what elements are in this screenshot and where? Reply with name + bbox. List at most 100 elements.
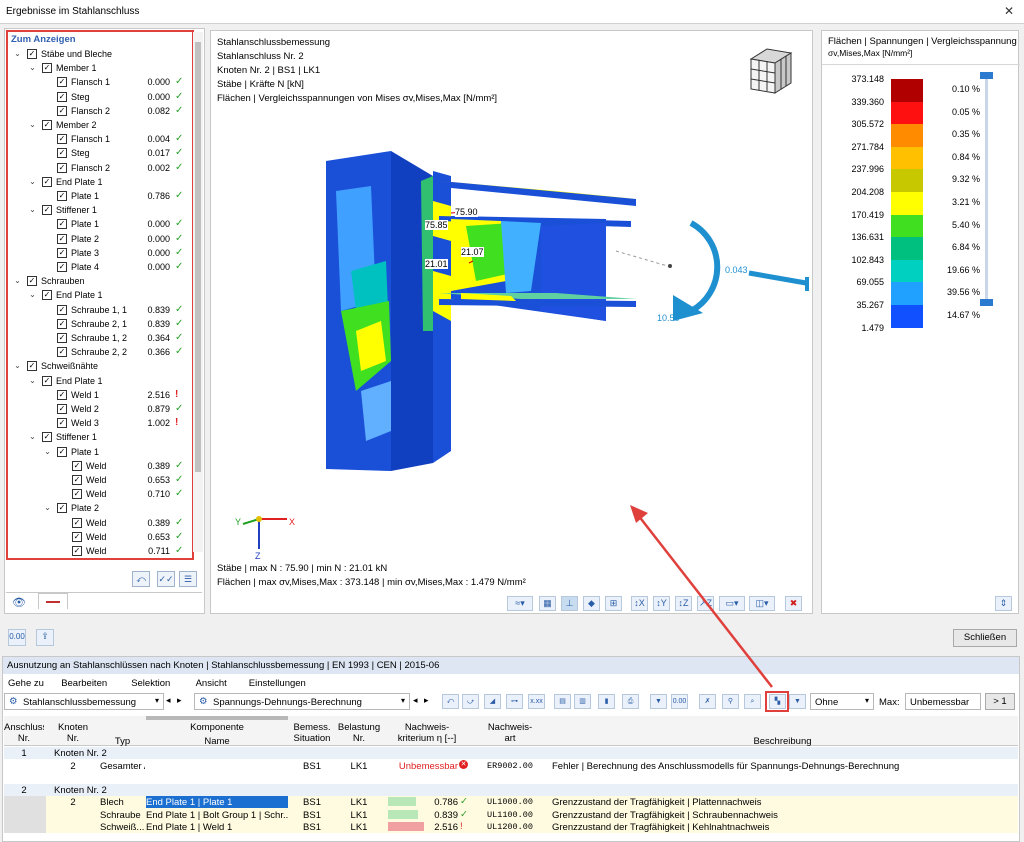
tree-item[interactable]: ✓ Schraube 2, 2 0.366 ✓ [8, 345, 192, 359]
tree-item[interactable]: ✓ Weld 0.653 ✓ [8, 530, 192, 544]
checkbox[interactable]: ✓ [42, 290, 52, 301]
panel-icon[interactable]: ▮ [598, 694, 615, 709]
menu-item[interactable]: Ansicht [196, 678, 227, 689]
tree-item[interactable]: ✓ Weld 3 1.002! [8, 416, 192, 430]
tree-item[interactable]: ✓ Flansch 1 0.004 ✓ [8, 132, 192, 146]
checkbox[interactable]: ✓ [42, 432, 52, 443]
table2-icon[interactable]: ▥ [574, 694, 591, 709]
tree-item[interactable]: ✓ Flansch 2 0.002 ✓ [8, 161, 192, 175]
column-header-c2[interactable]: Knoten Nr. [50, 722, 96, 744]
member-icon[interactable]: ◢ [484, 694, 501, 709]
checkbox[interactable]: ✓ [57, 91, 67, 102]
checkbox[interactable]: ✓ [72, 460, 82, 471]
menu-item[interactable]: Gehe zu [8, 678, 44, 689]
close-button[interactable]: Schließen [953, 629, 1017, 647]
checkbox[interactable]: ✓ [27, 49, 37, 59]
checkbox[interactable]: ✓ [27, 276, 37, 287]
filter-select[interactable]: Ohne ▾ [810, 693, 874, 710]
value-icon[interactable]: 0.00 [671, 694, 688, 709]
analysis-type-select[interactable]: ⚙ Spannungs-Dehnungs-Berechnung ▾ [194, 693, 410, 710]
expand-icon[interactable]: ⌄ [28, 64, 37, 73]
node-icon[interactable]: ⊶ [506, 694, 523, 709]
column-header-c4[interactable]: Name [146, 736, 288, 747]
expand-icon[interactable]: ⌄ [13, 50, 22, 59]
expand-icon[interactable]: ⌄ [13, 277, 22, 286]
checkbox[interactable]: ✓ [72, 475, 82, 485]
legend-slider-bottom[interactable] [980, 299, 993, 306]
checkbox[interactable]: ✓ [57, 162, 67, 173]
tree-item[interactable]: ⌄ ✓ End Plate 1 [8, 175, 192, 189]
menu-item[interactable]: Selektion [131, 678, 170, 689]
tree-tool-button-1[interactable]: ⤺ [132, 571, 150, 587]
checkbox[interactable]: ✓ [57, 134, 67, 145]
checkbox[interactable]: ✓ [42, 120, 52, 130]
deformation-icon[interactable]: ◆ [583, 596, 600, 611]
checkbox[interactable]: ✓ [57, 148, 67, 159]
tree-item[interactable]: ✓ Schraube 2, 1 0.839 ✓ [8, 317, 192, 331]
menu-item[interactable]: Einstellungen [249, 678, 306, 689]
checkbox[interactable]: ✓ [57, 304, 67, 315]
tree-item[interactable]: ⌄ ✓ Member 2 [8, 118, 192, 132]
checkbox[interactable]: ✓ [57, 404, 67, 414]
legend-slider-track[interactable] [985, 75, 988, 303]
checkbox[interactable]: ✓ [57, 247, 67, 258]
legend-settings-icon[interactable]: ⇕ [995, 596, 1012, 611]
table-icon[interactable]: ▤ [554, 694, 571, 709]
expand-icon[interactable]: ⌄ [43, 504, 52, 513]
checkbox[interactable]: ✓ [72, 546, 82, 556]
checkbox[interactable]: ✓ [57, 333, 67, 343]
checkbox[interactable]: ✓ [57, 262, 67, 272]
close-icon[interactable]: ✕ [1004, 4, 1014, 18]
tree-item[interactable]: ⌄ ✓ End Plate 1 [8, 374, 192, 388]
checkbox[interactable]: ✓ [57, 77, 67, 88]
tree-item[interactable]: ✓ Schraube 1, 1 0.839 ✓ [8, 303, 192, 317]
checkbox[interactable]: ✓ [72, 517, 82, 528]
checkbox[interactable]: ✓ [72, 489, 82, 500]
column-header-c6[interactable]: Belastung Nr. [336, 722, 382, 744]
checkbox[interactable]: ✓ [57, 446, 67, 457]
expand-icon[interactable]: ⌄ [28, 121, 37, 130]
tab-members[interactable] [38, 593, 68, 609]
column-header-c1[interactable]: Anschluss Nr. [4, 722, 44, 744]
expand-icon[interactable]: ⌄ [28, 177, 37, 187]
checkbox[interactable]: ✓ [57, 318, 67, 329]
expand-icon[interactable]: ⌄ [43, 447, 52, 457]
tree-item[interactable]: ⌄ ✓ Stiffener 1 [8, 203, 192, 217]
tree-item[interactable]: ✓ Steg 0.017 ✓ [8, 146, 192, 160]
checkbox[interactable]: ✓ [57, 191, 67, 201]
expand-icon[interactable]: ⌄ [28, 433, 37, 442]
export-icon[interactable]: ⇪ [36, 629, 54, 646]
tree-item[interactable]: ⌄ ✓ End Plate 1 [8, 288, 192, 302]
tree-item[interactable]: ⌄ ✓ Member 1 [8, 61, 192, 75]
max-value-field[interactable]: Unbemessbar [905, 693, 981, 710]
checkbox[interactable]: ✓ [27, 361, 37, 372]
grid-icon[interactable]: ▦ [539, 596, 556, 611]
tree-item[interactable]: ✓ Plate 1 0.786 ✓ [8, 189, 192, 203]
select-all-icon[interactable]: ⤻ [462, 694, 479, 709]
tree-item[interactable]: ✓ Plate 3 0.000 ✓ [8, 246, 192, 260]
tree-item[interactable]: ✓ Weld 0.711 ✓ [8, 544, 192, 558]
checkbox[interactable]: ✓ [57, 233, 67, 244]
nav-prev-icon[interactable]: ◂ [166, 695, 171, 706]
checkbox[interactable]: ✓ [57, 347, 67, 358]
expand-icon[interactable]: ⌄ [28, 376, 37, 386]
result-view-icon[interactable]: ⊥ [561, 596, 578, 611]
column-header-c9[interactable]: Beschreibung [550, 736, 1015, 747]
tree-item[interactable]: ✓ Plate 1 0.000 ✓ [8, 217, 192, 231]
eye-icon[interactable]: 👁 [12, 596, 26, 609]
tree-item[interactable]: ✓ Plate 4 0.000 ✓ [8, 260, 192, 274]
checkbox[interactable]: ✓ [42, 205, 52, 216]
uncheck-button[interactable]: ☰ [179, 571, 197, 587]
tree-item[interactable]: ⌄ ✓ Schweißnähte [8, 359, 192, 373]
checkbox[interactable]: ✓ [57, 503, 67, 514]
column-header-c8[interactable]: Nachweis- art [472, 722, 548, 744]
tree-item[interactable]: ✓ Flansch 1 0.000 ✓ [8, 75, 192, 89]
checkbox[interactable]: ✓ [42, 176, 52, 187]
filter-icon[interactable]: ▼ [650, 694, 667, 709]
expand-icon[interactable]: ⌄ [28, 206, 37, 215]
tree-item[interactable]: ✓ Weld 1 2.516! [8, 388, 192, 402]
column-header-c7[interactable]: Nachweis- kriterium η [--] [384, 722, 470, 744]
checkbox[interactable]: ✓ [57, 418, 67, 429]
expand-icon[interactable]: ⌄ [13, 362, 22, 371]
search-icon[interactable]: ⚲ [722, 694, 739, 709]
